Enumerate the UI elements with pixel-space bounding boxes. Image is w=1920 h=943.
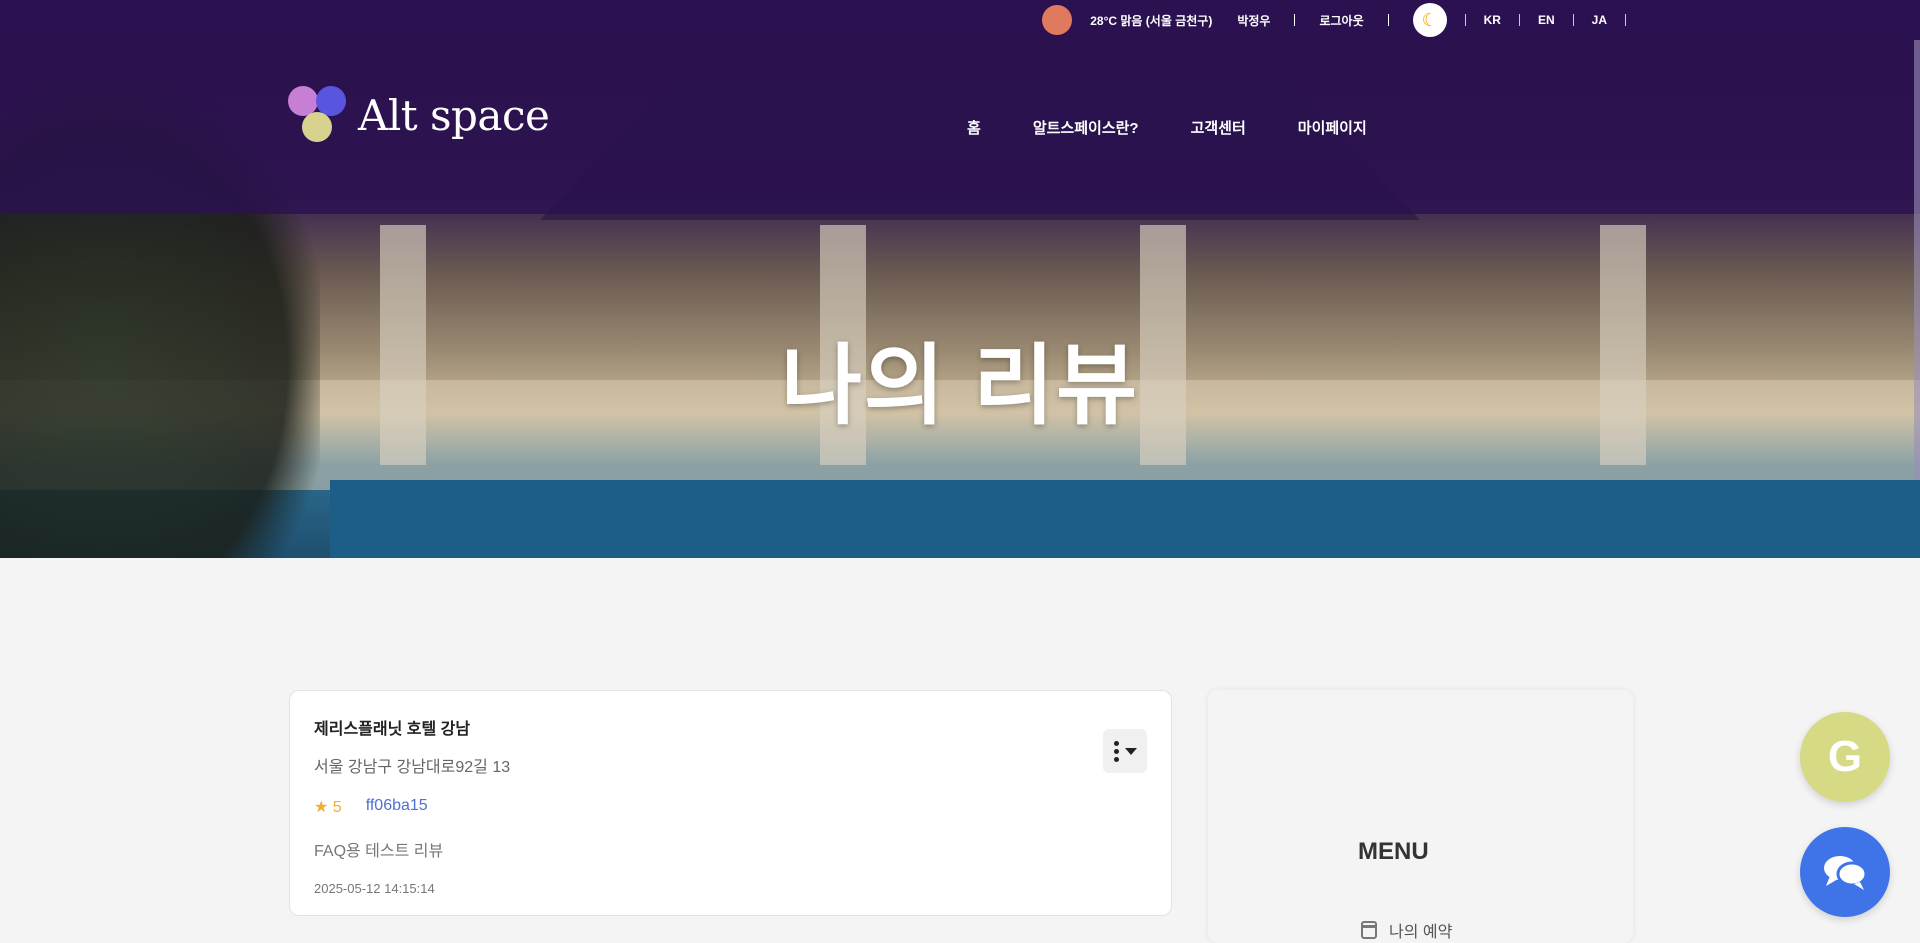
calendar-icon bbox=[1361, 921, 1377, 939]
hero-pool bbox=[330, 480, 1920, 558]
hotel-address: 서울 강남구 강남대로92길 13 bbox=[314, 759, 511, 776]
nav-mypage[interactable]: 마이페이지 bbox=[1298, 117, 1367, 138]
divider bbox=[1294, 14, 1296, 26]
lang-ja[interactable]: JA bbox=[1592, 13, 1607, 27]
nav-about[interactable]: 알트스페이스란? bbox=[1033, 117, 1139, 138]
divider bbox=[1387, 14, 1389, 26]
divider bbox=[1464, 14, 1466, 26]
caret-down-icon bbox=[1124, 747, 1137, 755]
chat-floating-button[interactable] bbox=[1800, 827, 1890, 917]
review-date: 2025-05-12 14:15:14 bbox=[314, 881, 435, 896]
rating-value: 5 bbox=[332, 799, 342, 816]
logo-text: Alt space bbox=[358, 90, 550, 140]
divider bbox=[1572, 14, 1574, 26]
kebab-icon bbox=[1113, 740, 1119, 762]
side-menu-title: MENU bbox=[1358, 838, 1429, 865]
logout-link[interactable]: 로그아웃 bbox=[1319, 12, 1363, 29]
side-menu-item-label: 나의 예약 bbox=[1389, 924, 1453, 941]
site-logo[interactable]: Alt space bbox=[288, 86, 550, 144]
user-name[interactable]: 박정우 bbox=[1237, 12, 1270, 29]
review-card: 제리스플래닛 호텔 강남 서울 강남구 강남대로92길 13 ★ 5 ff06b… bbox=[289, 690, 1172, 916]
chat-icon bbox=[1824, 856, 1868, 890]
moon-icon: ☾ bbox=[1421, 9, 1438, 30]
main-nav: 홈 알트스페이스란? 고객센터 마이페이지 bbox=[967, 117, 1367, 138]
review-meta: ★ 5 ff06ba15 bbox=[314, 797, 1147, 817]
side-menu-item-reservations[interactable]: 나의 예약 bbox=[1361, 918, 1452, 942]
top-bar: 28°C 맑음 (서울 금천구) 박정우 로그아웃 ☾ KR EN JA bbox=[0, 0, 1920, 40]
review-content: FAQ용 테스트 리뷰 bbox=[314, 843, 444, 860]
review-options-button[interactable] bbox=[1103, 729, 1147, 773]
rating: ★ 5 bbox=[314, 797, 342, 817]
g-floating-button[interactable]: G bbox=[1800, 712, 1890, 802]
page-title: 나의 리뷰 bbox=[780, 336, 1140, 435]
divider bbox=[1625, 14, 1626, 26]
nav-home[interactable]: 홈 bbox=[967, 117, 981, 138]
logo-icon bbox=[288, 86, 348, 144]
divider bbox=[1518, 14, 1520, 26]
weather-text: 28°C 맑음 (서울 금천구) bbox=[1090, 13, 1213, 28]
scrollbar[interactable] bbox=[1914, 40, 1920, 480]
review-code[interactable]: ff06ba15 bbox=[366, 797, 428, 817]
side-menu: MENU 나의 예약 bbox=[1208, 690, 1633, 943]
lang-kr[interactable]: KR bbox=[1484, 13, 1501, 27]
nav-support[interactable]: 고객센터 bbox=[1191, 117, 1246, 138]
weather-icon bbox=[1042, 5, 1073, 35]
star-icon: ★ bbox=[314, 799, 329, 816]
dark-mode-toggle[interactable]: ☾ bbox=[1412, 3, 1447, 37]
hotel-name[interactable]: 제리스플래닛 호텔 강남 bbox=[314, 715, 1147, 739]
lang-en[interactable]: EN bbox=[1538, 13, 1555, 27]
